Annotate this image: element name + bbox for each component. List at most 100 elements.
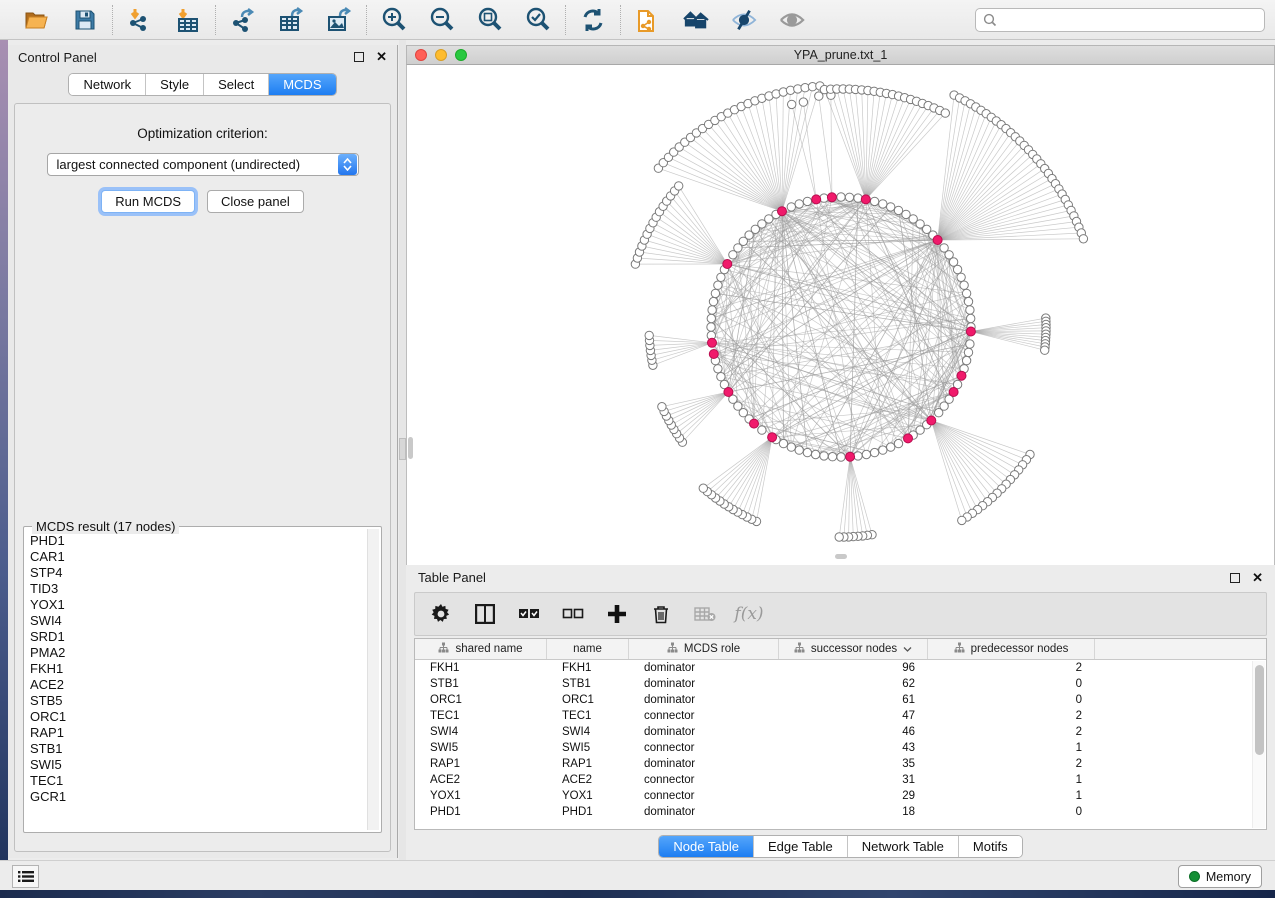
tab-node-table[interactable]: Node Table — [659, 836, 754, 857]
network-node[interactable] — [828, 453, 836, 461]
network-node[interactable] — [645, 331, 653, 339]
mcds-result-item[interactable]: YOX1 — [30, 597, 365, 613]
splitter-handle[interactable] — [399, 438, 406, 460]
refresh-layout-icon[interactable] — [580, 7, 606, 33]
table-cell[interactable]: SWI4 — [415, 724, 547, 740]
network-node[interactable] — [795, 446, 803, 454]
network-node-selected[interactable] — [708, 338, 717, 347]
network-node[interactable] — [964, 348, 972, 356]
mcds-result-item[interactable]: CAR1 — [30, 549, 365, 565]
column-header-name[interactable]: name — [547, 639, 629, 659]
network-window-titlebar[interactable]: YPA_prune.txt_1 — [406, 45, 1275, 65]
network-node[interactable] — [714, 365, 722, 373]
network-node[interactable] — [960, 281, 968, 289]
network-node[interactable] — [708, 306, 716, 314]
zoom-out-icon[interactable] — [429, 7, 455, 33]
mcds-result-item[interactable]: TID3 — [30, 581, 365, 597]
save-icon[interactable] — [72, 7, 98, 33]
mcds-result-item[interactable]: SWI4 — [30, 613, 365, 629]
column-header-predecessor-nodes[interactable]: predecessor nodes — [928, 639, 1095, 659]
table-cell[interactable]: dominator — [629, 692, 779, 708]
network-node[interactable] — [870, 448, 878, 456]
table-cell[interactable]: 43 — [779, 740, 928, 756]
function-builder-icon[interactable]: f(x) — [737, 602, 761, 626]
table-cell[interactable]: PHD1 — [415, 804, 547, 820]
optimization-criterion-dropdown[interactable]: largest connected component (undirected) — [47, 153, 359, 176]
tab-network[interactable]: Network — [69, 74, 146, 95]
network-node[interactable] — [879, 200, 887, 208]
network-node-selected[interactable] — [927, 416, 936, 425]
table-cell[interactable]: dominator — [629, 804, 779, 820]
network-node[interactable] — [675, 182, 683, 190]
table-cell[interactable]: 1 — [928, 772, 1095, 788]
export-image-icon[interactable] — [326, 7, 352, 33]
table-cell[interactable]: ORC1 — [415, 692, 547, 708]
network-node[interactable] — [958, 516, 966, 524]
table-scrollbar[interactable] — [1252, 661, 1265, 828]
mcds-result-item[interactable]: PHD1 — [30, 533, 365, 549]
show-graphics-eye-icon[interactable] — [779, 7, 805, 33]
mcds-result-item[interactable]: SWI5 — [30, 757, 365, 773]
mcds-result-item[interactable]: SRD1 — [30, 629, 365, 645]
column-header-MCDS-role[interactable]: MCDS role — [629, 639, 779, 659]
network-node[interactable] — [758, 426, 766, 434]
network-node[interactable] — [966, 306, 974, 314]
table-cell[interactable]: STB1 — [547, 676, 629, 692]
network-node-selected[interactable] — [949, 388, 958, 397]
network-vertical-scrollbar[interactable] — [408, 437, 413, 459]
tab-edge-table[interactable]: Edge Table — [754, 836, 848, 857]
table-cell[interactable]: 2 — [928, 756, 1095, 772]
share-document-icon[interactable] — [635, 7, 661, 33]
tab-mcds[interactable]: MCDS — [269, 74, 335, 95]
table-row[interactable]: STB1STB1dominator620 — [415, 676, 1266, 692]
table-cell[interactable]: 2 — [928, 660, 1095, 676]
network-node-selected[interactable] — [778, 207, 787, 216]
table-row[interactable]: SWI5SWI5connector431 — [415, 740, 1266, 756]
zoom-in-icon[interactable] — [381, 7, 407, 33]
table-cell[interactable]: dominator — [629, 660, 779, 676]
table-cell[interactable]: SWI5 — [415, 740, 547, 756]
network-node[interactable] — [887, 443, 895, 451]
network-node[interactable] — [699, 484, 707, 492]
gear-icon[interactable] — [429, 602, 453, 626]
tab-motifs[interactable]: Motifs — [959, 836, 1022, 857]
network-node[interactable] — [870, 197, 878, 205]
table-cell[interactable]: YOX1 — [415, 788, 547, 804]
table-cell[interactable]: RAP1 — [415, 756, 547, 772]
search-input[interactable] — [1002, 13, 1257, 27]
table-cell[interactable]: ACE2 — [415, 772, 547, 788]
network-node[interactable] — [787, 203, 795, 211]
table-cell[interactable]: SWI5 — [547, 740, 629, 756]
network-node[interactable] — [854, 194, 862, 202]
network-node[interactable] — [845, 193, 853, 201]
table-cell[interactable]: 0 — [928, 804, 1095, 820]
tab-network-table[interactable]: Network Table — [848, 836, 959, 857]
close-table-panel-icon[interactable]: ✕ — [1252, 573, 1263, 583]
memory-button[interactable]: Memory — [1178, 865, 1262, 888]
network-node-selected[interactable] — [723, 260, 732, 269]
table-row[interactable]: YOX1YOX1connector291 — [415, 788, 1266, 804]
network-node[interactable] — [799, 98, 807, 106]
mcds-result-item[interactable]: RAP1 — [30, 725, 365, 741]
network-node[interactable] — [935, 409, 943, 417]
network-view-canvas[interactable] — [406, 65, 1275, 565]
zoom-fit-icon[interactable] — [477, 7, 503, 33]
network-node[interactable] — [964, 297, 972, 305]
deselect-all-icon[interactable] — [561, 602, 585, 626]
network-node[interactable] — [658, 403, 666, 411]
table-cell[interactable]: 0 — [928, 676, 1095, 692]
network-node[interactable] — [966, 340, 974, 348]
homes-icon[interactable] — [683, 7, 709, 33]
table-cell[interactable]: ORC1 — [547, 692, 629, 708]
network-node[interactable] — [795, 200, 803, 208]
network-node-selected[interactable] — [933, 236, 942, 245]
table-cell[interactable]: 31 — [779, 772, 928, 788]
table-cell[interactable]: RAP1 — [547, 756, 629, 772]
table-cell[interactable]: 0 — [928, 692, 1095, 708]
column-chooser-icon[interactable] — [473, 602, 497, 626]
mcds-result-item[interactable]: STB1 — [30, 741, 365, 757]
table-cell[interactable]: FKH1 — [547, 660, 629, 676]
network-node-selected[interactable] — [750, 419, 759, 428]
network-node[interactable] — [887, 203, 895, 211]
table-cell[interactable]: connector — [629, 708, 779, 724]
